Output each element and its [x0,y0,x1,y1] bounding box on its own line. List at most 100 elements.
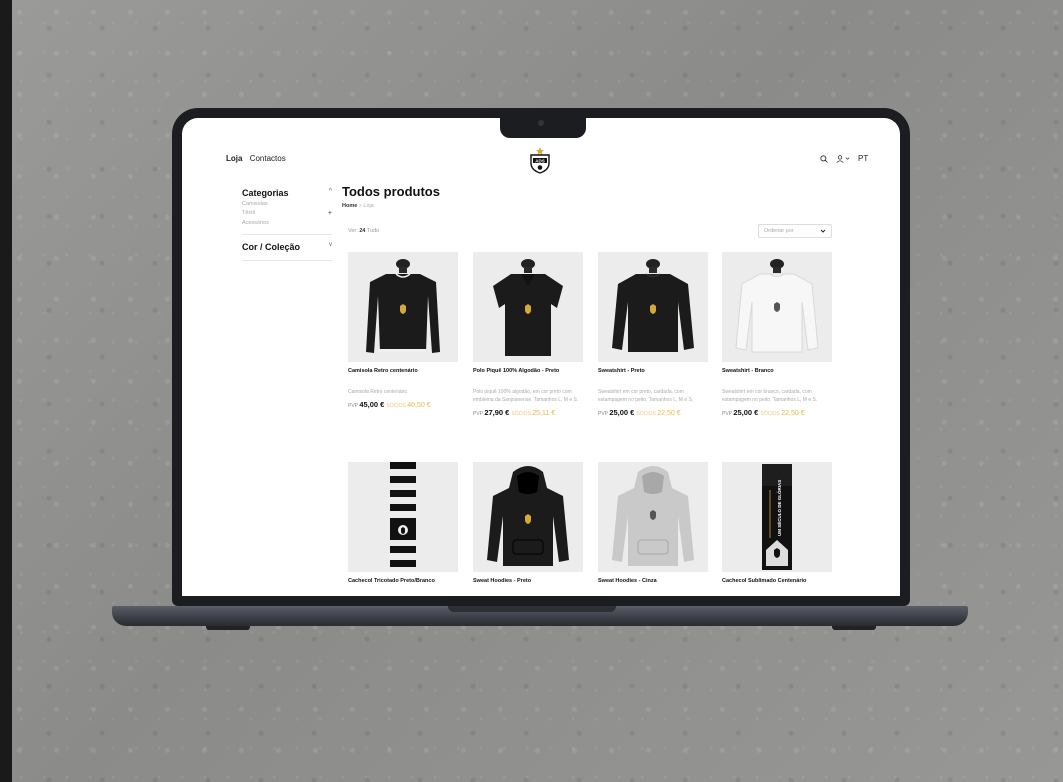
product-card[interactable]: Sweat Hoodies - Preto [473,462,583,584]
laptop-foot [206,626,250,630]
collection-title: Cor / Coleção [242,242,301,252]
user-icon [836,154,844,163]
product-image[interactable]: UM SÉCULO DE GLÓRIAS [722,462,832,572]
view-option-24[interactable]: 24 [359,228,365,234]
chevron-down-icon [820,229,826,233]
logo-text: ADS [535,158,545,163]
product-card[interactable]: Polo Piquê 100% Algodão - Preto Polo piqu… [473,252,583,417]
category-item[interactable]: Camisolas [242,201,332,207]
product-image[interactable] [598,252,708,362]
laptop-foot [832,626,876,630]
price-label: PVP [598,411,610,417]
laptop-screen: Loja Contactos ADS PT Categorias ^ Camis… [182,118,900,596]
top-nav: Loja Contactos [226,154,291,163]
account-menu[interactable] [836,154,850,163]
product-image-graphic [735,259,819,353]
breadcrumb: Home » Loja [342,203,842,209]
member-price-value: 25,11 € [532,410,556,417]
divider [242,234,332,235]
view-label: Ver: [348,228,358,234]
club-logo[interactable]: ADS [528,146,552,174]
view-option-all[interactable]: Tudo [367,228,379,234]
product-card[interactable]: Sweatshirt - Preto Sweatshirt em cor pret… [598,252,708,417]
product-description: Camisola Retro centenário [348,389,408,395]
price-value: 25,00 € [733,408,761,417]
collection-header[interactable]: Cor / Coleção v [242,242,332,252]
product-card[interactable]: Camisola Retro centenário Camisola Retro … [348,252,458,409]
sort-placeholder: Ordenar por [764,228,794,234]
product-image[interactable] [598,462,708,572]
member-price-label: SÓCIOS [386,403,408,409]
product-name[interactable]: Cachecol Sublimado Centenário [722,578,832,584]
product-image-graphic [612,466,694,566]
breadcrumb-home[interactable]: Home [342,203,357,209]
product-description: Sweatshirt em cor preto, cardada, com es… [598,389,694,403]
search-icon[interactable] [820,154,828,163]
chevron-down-icon: v [329,242,332,248]
price-label: PVP [722,411,734,417]
price-value: 25,00 € [609,408,637,417]
product-name[interactable]: Sweatshirt - Branco [722,368,832,374]
product-name[interactable]: Camisola Retro centenário [348,368,458,374]
category-label: Acessórios [242,220,269,226]
category-label: Têxtil [242,210,256,216]
language-selector[interactable]: PT [858,154,868,163]
view-count-selector: Ver: 24 Tudo [348,228,379,234]
page-title: Todos produtos [342,184,440,199]
product-name[interactable]: Cachecol Tricotado Preto/Branco [348,578,458,584]
product-image-graphic [487,466,569,566]
product-card[interactable]: Cachecol Tricotado Preto/Branco [348,462,458,584]
member-price-value: 22,50 € [781,410,805,417]
product-price: PVP 27,90 € SÓCIOS 25,11 € [473,408,583,417]
product-card[interactable]: UM SÉCULO DE GLÓRIAS Cachecol Sublimado C… [722,462,832,584]
categories-title: Categorias [242,188,289,198]
product-image-graphic: UM SÉCULO DE GLÓRIAS [762,464,792,570]
price-label: PVP [473,411,485,417]
product-image-graphic [493,259,563,356]
product-card[interactable]: Sweatshirt - Branco Sweatshirt em cor bra… [722,252,832,417]
product-image[interactable] [348,252,458,362]
divider [242,260,332,261]
nav-contacts-link[interactable]: Contactos [250,154,286,163]
categories-header[interactable]: Categorias ^ [242,188,332,198]
price-value: 27,90 € [484,408,512,417]
product-price: PVP 25,00 € SÓCIOS 22,50 € [598,408,708,417]
product-price: PVP 25,00 € SÓCIOS 22,50 € [722,408,832,417]
product-description: Polo piquê 100% algodão, em cor preto co… [473,389,579,403]
product-card[interactable]: Sweat Hoodies - Cinza [598,462,708,584]
product-price: PVP 45,00 € SÓCIOS 40,50 € [348,400,458,409]
product-image[interactable] [473,252,583,362]
category-expand-icon[interactable]: + [328,210,332,217]
category-item[interactable]: Têxtil + [242,210,332,217]
member-price-value: 22,50 € [657,410,681,417]
laptop-opening-groove [448,606,616,612]
product-name[interactable]: Sweat Hoodies - Preto [473,578,583,584]
product-image[interactable] [348,462,458,572]
chevron-down-icon [845,157,850,160]
sort-select[interactable]: Ordenar por [758,224,832,238]
top-right-tools: PT [820,154,868,163]
member-price-label: SÓCIOS [511,411,533,417]
product-image[interactable] [722,252,832,362]
product-image-graphic [366,259,440,353]
product-name[interactable]: Sweat Hoodies - Cinza [598,578,708,584]
category-label: Camisolas [242,201,268,207]
product-description: Sweatshirt em cor branco, cardada, com e… [722,389,818,403]
filter-sidebar: Categorias ^ Camisolas Têxtil + Acessóri… [242,188,332,268]
product-name[interactable]: Sweatshirt - Preto [598,368,708,374]
left-edge-strip [0,0,12,782]
nav-shop-link[interactable]: Loja [226,154,242,163]
price-value: 45,00 € [359,400,387,409]
breadcrumb-separator: » [358,203,362,209]
breadcrumb-current: Loja [363,203,374,209]
product-image-graphic [390,462,416,567]
scarf-text: UM SÉCULO DE GLÓRIAS [775,480,782,536]
price-label: PVP [348,403,360,409]
member-price-value: 40,50 € [407,402,431,409]
product-area: Todos produtos Home » Loja [342,184,842,209]
product-name[interactable]: Polo Piquê 100% Algodão - Preto [473,368,583,374]
category-item[interactable]: Acessórios [242,220,332,226]
product-image[interactable] [473,462,583,572]
camera [538,120,544,126]
member-price-label: SÓCIOS [760,411,782,417]
